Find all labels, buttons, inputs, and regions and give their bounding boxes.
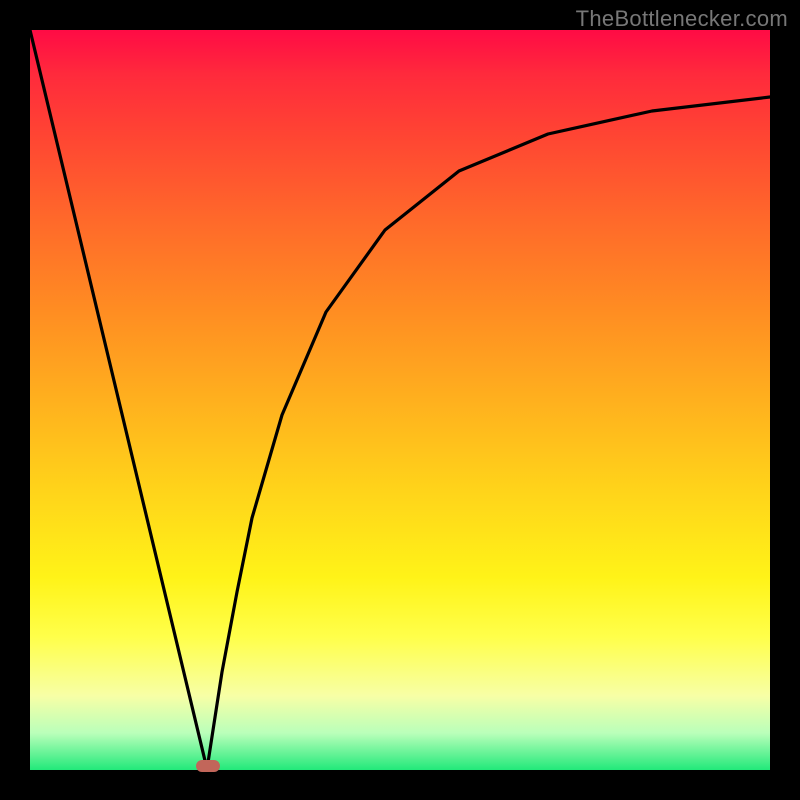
watermark-text: TheBottlenecker.com bbox=[576, 6, 788, 32]
curve-layer bbox=[30, 30, 770, 770]
plot-area bbox=[30, 30, 770, 770]
curve-path bbox=[30, 30, 770, 769]
chart-stage: TheBottlenecker.com bbox=[0, 0, 800, 800]
minimum-marker bbox=[196, 760, 220, 772]
